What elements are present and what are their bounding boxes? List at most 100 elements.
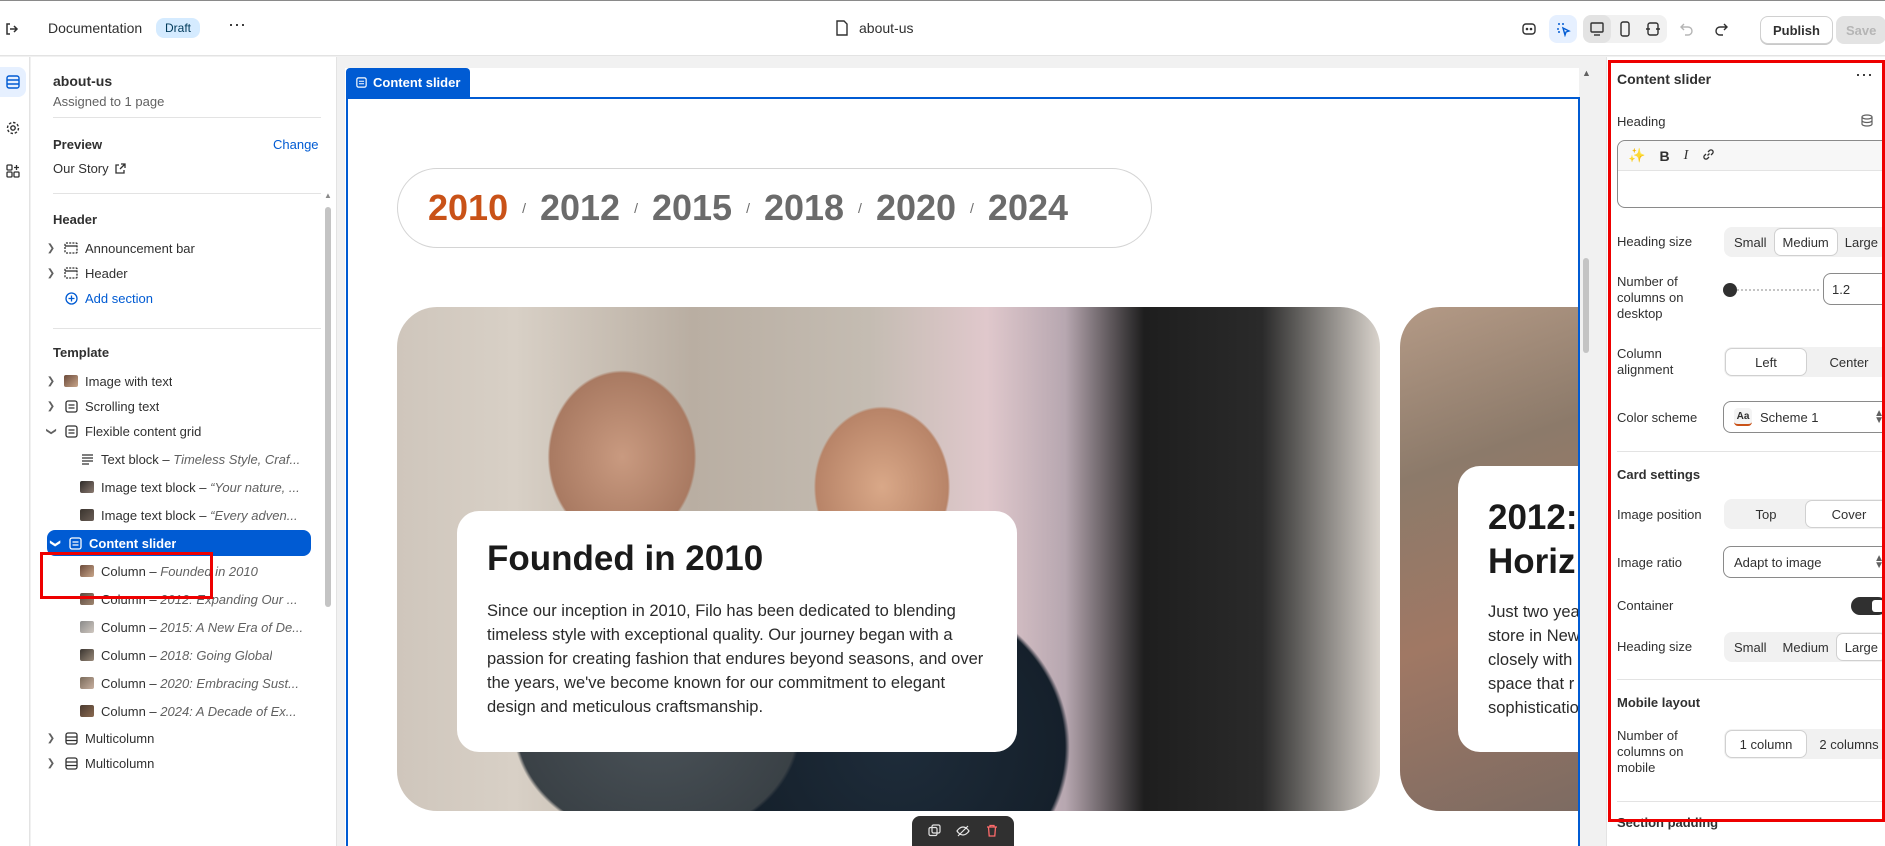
tree-block-image-text[interactable]: Image text block – “Your nature, ... <box>75 474 315 500</box>
card-settings-heading: Card settings <box>1617 467 1701 482</box>
year-tab[interactable]: 2018 <box>764 187 844 229</box>
delete-icon[interactable] <box>986 824 998 840</box>
image-ratio-select[interactable]: Adapt to image ▲ ▼ <box>1723 546 1885 578</box>
chevron-right-icon[interactable]: ❯ <box>43 376 59 387</box>
link-icon[interactable] <box>1702 148 1715 164</box>
change-preview-link[interactable]: Change <box>273 137 319 152</box>
chevron-down-icon[interactable]: ❯ <box>46 423 57 439</box>
theme-title[interactable]: Documentation <box>48 20 142 36</box>
publish-button[interactable]: Publish <box>1760 16 1833 44</box>
scroll-up-icon[interactable]: ▲ <box>324 191 332 200</box>
block-prefix: Column – <box>101 703 161 719</box>
undo-icon[interactable] <box>1673 15 1701 43</box>
chevron-right-icon[interactable]: ❯ <box>43 733 59 744</box>
preview-page-link[interactable]: Our Story <box>53 161 126 176</box>
alignment-option-center[interactable]: Center <box>1806 349 1885 375</box>
tree-block-column[interactable]: Column – 2018: Going Global <box>75 642 315 668</box>
color-scheme-label: Color scheme <box>1617 410 1698 425</box>
size-option-medium[interactable]: Medium <box>1775 634 1837 660</box>
divider <box>53 117 321 118</box>
year-tab[interactable]: 2010 <box>428 187 508 229</box>
container-toggle[interactable] <box>1851 597 1885 615</box>
hide-icon[interactable] <box>956 825 971 840</box>
chevron-right-icon[interactable]: ❯ <box>43 401 59 412</box>
tree-block-column[interactable]: Column – Founded in 2010 <box>75 558 315 584</box>
tree-block-image-text[interactable]: Image text block – “Every adven... <box>75 502 315 528</box>
image-position-cover[interactable]: Cover <box>1806 501 1885 527</box>
section-tag[interactable]: Content slider <box>346 68 471 97</box>
tree-block-column[interactable]: Column – 2015: A New Era of De... <box>75 614 315 640</box>
heading-rich-text-editor[interactable]: ✨ B I <box>1617 140 1885 208</box>
size-option-small[interactable]: Small <box>1726 634 1775 660</box>
chevron-right-icon[interactable]: ❯ <box>43 243 59 254</box>
size-option-medium[interactable]: Medium <box>1774 229 1837 255</box>
chevron-right-icon[interactable]: ❯ <box>43 758 59 769</box>
settings-icon[interactable] <box>0 113 26 143</box>
tree-block-text[interactable]: Text block – Timeless Style, Craf... <box>75 446 315 472</box>
canvas-scrollbar[interactable]: ▲ <box>1582 68 1591 846</box>
scroll-up-icon[interactable]: ▲ <box>1582 68 1591 78</box>
alignment-option-left[interactable]: Left <box>1726 349 1806 375</box>
size-option-large[interactable]: Large <box>1836 634 1885 660</box>
sections-icon[interactable] <box>0 67 26 97</box>
duplicate-icon[interactable] <box>928 824 941 840</box>
dynamic-source-icon[interactable] <box>1861 114 1873 130</box>
exit-icon[interactable] <box>2 19 22 39</box>
divider <box>53 328 321 329</box>
select-tool-icon[interactable] <box>1549 15 1577 43</box>
chevron-right-icon[interactable]: ❯ <box>43 268 59 279</box>
mobile-icon[interactable] <box>1611 15 1639 43</box>
year-tab[interactable]: 2024 <box>988 187 1068 229</box>
chevron-down-icon[interactable]: ❯ <box>50 535 61 551</box>
year-tab[interactable]: 2012 <box>540 187 620 229</box>
columns-mobile-label: Number of columns on mobile <box>1617 728 1683 776</box>
page-selector-label: about-us <box>859 20 914 36</box>
columns-desktop-input[interactable]: 1.2 <box>1823 273 1885 305</box>
magic-icon[interactable]: ✨ <box>1628 147 1645 164</box>
tree-item-scrolling-text[interactable]: ❯ Scrolling text <box>43 393 315 419</box>
columns-desktop-slider[interactable] <box>1723 283 1819 297</box>
columns-mobile-2[interactable]: 2 columns <box>1806 731 1885 757</box>
more-actions-icon[interactable]: ⋯ <box>228 15 247 36</box>
alignment-label: Column alignment <box>1617 346 1673 378</box>
color-scheme-select[interactable]: Aa Scheme 1 ▲ ▼ <box>1723 401 1885 433</box>
fullwidth-icon[interactable] <box>1639 15 1667 43</box>
sidebar-scrollbar[interactable]: ▲ <box>324 191 332 687</box>
tree-block-column[interactable]: Column – 2020: Embracing Sust... <box>75 670 315 696</box>
tree-item-multicolumn[interactable]: ❯ Multicolumn <box>43 725 315 751</box>
bold-icon[interactable]: B <box>1659 148 1669 164</box>
year-tab[interactable]: 2015 <box>652 187 732 229</box>
scrollbar-thumb[interactable] <box>325 207 331 607</box>
columns-section-icon <box>63 756 79 770</box>
tree-block-column[interactable]: Column – 2024: A Decade of Ex... <box>75 698 315 724</box>
add-section-button[interactable]: Add section <box>43 285 315 311</box>
app-icon[interactable] <box>1515 15 1543 43</box>
size-option-small[interactable]: Small <box>1726 229 1775 255</box>
desktop-icon[interactable] <box>1583 15 1611 43</box>
tree-item-header[interactable]: ❯ Header <box>43 260 315 286</box>
columns-mobile-1[interactable]: 1 column <box>1726 731 1806 757</box>
external-link-icon <box>114 163 126 174</box>
save-button[interactable]: Save <box>1836 16 1885 44</box>
slider-handle[interactable] <box>1723 283 1737 297</box>
italic-icon[interactable]: I <box>1684 148 1689 164</box>
scrollbar-thumb[interactable] <box>1583 258 1589 353</box>
size-option-large[interactable]: Large <box>1837 229 1885 255</box>
tree-item-label: Scrolling text <box>85 398 160 414</box>
tree-item-flexible-content-grid[interactable]: ❯ Flexible content grid <box>43 418 315 444</box>
section-layout-icon <box>63 241 79 255</box>
redo-icon[interactable] <box>1707 15 1735 43</box>
label-line: columns on <box>1617 744 1684 759</box>
tree-item-content-slider[interactable]: ❯ Content slider <box>47 530 311 556</box>
page-selector[interactable]: about-us <box>835 20 913 36</box>
tree-item-label: Flexible content grid <box>85 423 202 439</box>
image-position-top[interactable]: Top <box>1726 501 1806 527</box>
tree-item-announcement-bar[interactable]: ❯ Announcement bar <box>43 235 315 261</box>
tree-block-column[interactable]: Column – 2012: Expanding Our ... <box>75 586 315 612</box>
tree-item-multicolumn[interactable]: ❯ Multicolumn <box>43 750 315 776</box>
apps-icon[interactable] <box>0 156 26 186</box>
divider <box>1617 801 1885 802</box>
more-options-icon[interactable]: ⋯ <box>1855 65 1874 86</box>
tree-item-image-with-text[interactable]: ❯ Image with text <box>43 368 315 394</box>
year-tab[interactable]: 2020 <box>876 187 956 229</box>
